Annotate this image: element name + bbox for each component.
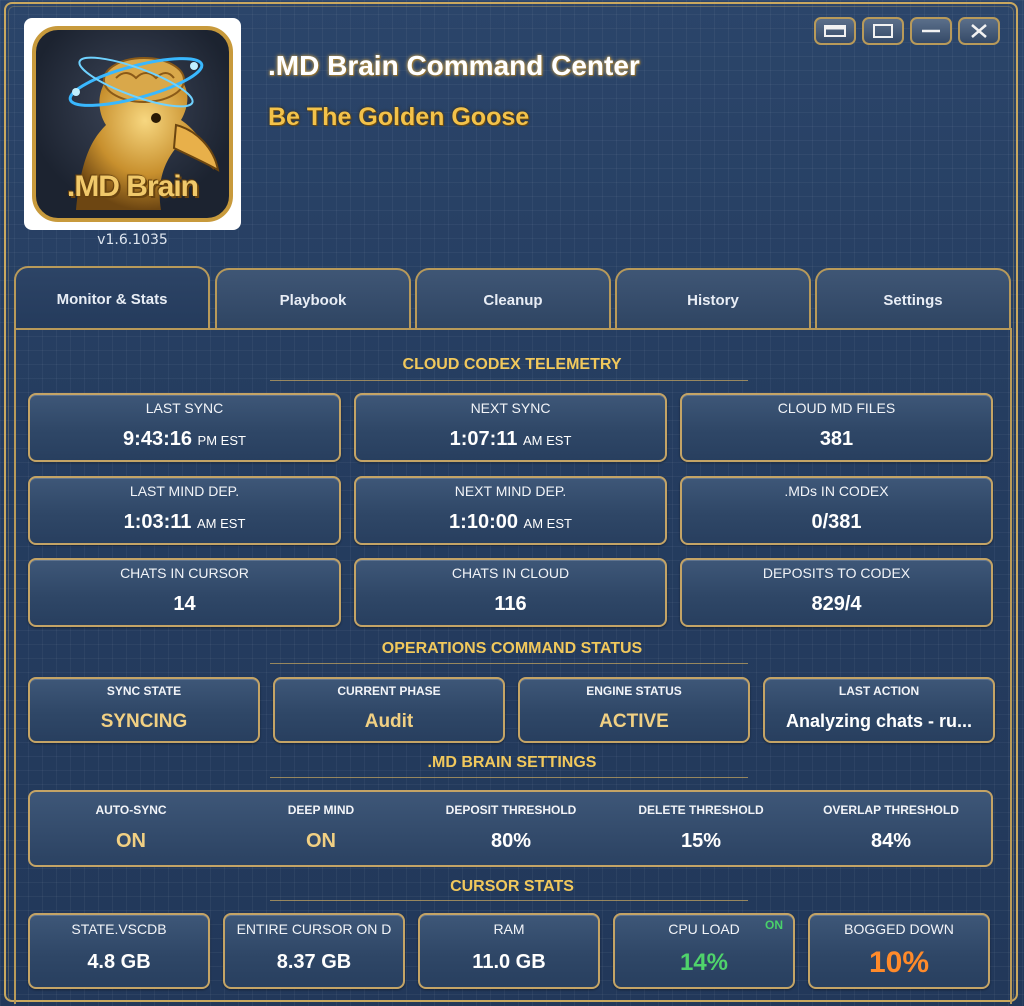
- cloud-md-files-card: CLOUD MD FILES 381: [680, 393, 993, 462]
- chats-in-cursor-card: CHATS IN CURSOR 14: [28, 558, 341, 627]
- card-label: STATE.VSCDB: [71, 921, 167, 937]
- minimize-icon: [922, 29, 940, 33]
- minimize-button[interactable]: [910, 17, 952, 45]
- card-label: NEXT SYNC: [470, 400, 551, 416]
- app-title: .MD Brain Command Center: [268, 50, 640, 81]
- setting-value: 80%: [490, 830, 532, 852]
- brain-settings-title: .MD BRAIN SETTINGS: [427, 754, 597, 771]
- setting-label: AUTO-SYNC: [95, 803, 167, 817]
- card-value: 829/4: [811, 593, 862, 615]
- card-value: 116: [494, 593, 527, 615]
- card-value: 10%: [868, 946, 930, 979]
- sync-state-card: SYNC STATE SYNCING: [28, 677, 260, 743]
- card-label: LAST MIND DEP.: [129, 483, 240, 499]
- card-label: DEPOSITS TO CODEX: [762, 565, 911, 581]
- setting-label: DEPOSIT THRESHOLD: [445, 803, 577, 817]
- close-button[interactable]: [958, 17, 1000, 45]
- card-value: Analyzing chats - ru...: [785, 711, 973, 731]
- card-value: ACTIVE: [599, 711, 669, 732]
- section-divider: [270, 663, 748, 664]
- maximize-button[interactable]: [862, 17, 904, 45]
- setting-value: 15%: [680, 830, 722, 852]
- current-phase-card: CURRENT PHASE Audit: [273, 677, 505, 743]
- card-value: 11.0 GB: [472, 951, 546, 973]
- card-label: CLOUD MD FILES: [777, 400, 896, 416]
- card-value: 4.8 GB: [87, 951, 151, 973]
- card-value: 1:07:11 AM EST: [449, 428, 572, 450]
- last-mind-dep-card: LAST MIND DEP. 1:03:11 AM EST: [28, 476, 341, 545]
- setting-value: ON: [306, 830, 336, 852]
- card-value: 1:10:00 AM EST: [449, 511, 572, 533]
- card-label: CHATS IN CLOUD: [451, 565, 570, 581]
- cpu-load-card: ON CPU LOAD 14%: [613, 913, 795, 989]
- card-value: 1:03:11 AM EST: [123, 511, 246, 533]
- entire-cursor-card: ENTIRE CURSOR ON D 8.37 GB: [223, 913, 405, 989]
- operations-title: OPERATIONS COMMAND STATUS: [381, 640, 643, 657]
- card-value: 8.37 GB: [276, 951, 352, 973]
- bogged-down-card: BOGGED DOWN 10%: [808, 913, 990, 989]
- window-controls: [814, 17, 1000, 45]
- card-value: 14: [173, 593, 196, 615]
- app-logo: .MD Brain: [24, 18, 241, 230]
- card-label: .MDs IN CODEX: [784, 483, 889, 499]
- tab-settings[interactable]: Settings: [815, 268, 1011, 330]
- card-value: 14%: [679, 949, 729, 976]
- brain-settings-panel: AUTO-SYNC ON DEEP MIND ON DEPOSIT THRESH…: [28, 790, 993, 867]
- setting-value: 84%: [870, 830, 912, 852]
- golden-goose-brain-logo: .MD Brain: [32, 26, 233, 222]
- card-value: 381: [819, 428, 854, 450]
- mds-in-codex-card: .MDs IN CODEX 0/381: [680, 476, 993, 545]
- card-label: CURRENT PHASE: [337, 684, 441, 698]
- restore-button[interactable]: [814, 17, 856, 45]
- telemetry-title: CLOUD CODEX TELEMETRY: [402, 356, 622, 373]
- setting-label: DEEP MIND: [287, 803, 355, 817]
- setting-label: DELETE THRESHOLD: [638, 803, 764, 817]
- app-version: v1.6.1035: [97, 232, 168, 248]
- card-label: RAM: [493, 921, 525, 937]
- card-value: SYNCING: [100, 711, 188, 732]
- card-label: CHATS IN CURSOR: [120, 565, 249, 581]
- tab-monitor-stats[interactable]: Monitor & Stats: [14, 266, 210, 330]
- restore-icon: [824, 25, 846, 37]
- next-mind-dep-card: NEXT MIND DEP. 1:10:00 AM EST: [354, 476, 667, 545]
- section-divider: [270, 777, 748, 778]
- card-label: NEXT MIND DEP.: [454, 483, 567, 499]
- logo-text: .MD Brain: [66, 170, 199, 203]
- chats-in-cloud-card: CHATS IN CLOUD 116: [354, 558, 667, 627]
- card-value: Audit: [364, 711, 414, 732]
- card-value: 9:43:16 PM EST: [123, 428, 246, 450]
- card-label: BOGGED DOWN: [844, 921, 954, 937]
- tab-cleanup[interactable]: Cleanup: [415, 268, 611, 330]
- deposits-to-codex-card: DEPOSITS TO CODEX 829/4: [680, 558, 993, 627]
- ram-card: RAM 11.0 GB: [418, 913, 600, 989]
- tab-bar: Monitor & Stats Playbook Cleanup History…: [14, 266, 1012, 330]
- card-label: LAST SYNC: [145, 400, 224, 416]
- last-sync-card: LAST SYNC 9:43:16 PM EST: [28, 393, 341, 462]
- setting-label: OVERLAP THRESHOLD: [823, 803, 959, 817]
- state-vscdb-card: STATE.VSCDB 4.8 GB: [28, 913, 210, 989]
- card-label: ENTIRE CURSOR ON D: [236, 921, 392, 937]
- cursor-stats-title: CURSOR STATS: [450, 878, 574, 895]
- tab-history[interactable]: History: [615, 268, 811, 330]
- setting-value: ON: [116, 830, 146, 852]
- section-divider: [270, 900, 748, 901]
- close-icon: [971, 24, 987, 38]
- last-action-card: LAST ACTION Analyzing chats - ru...: [763, 677, 995, 743]
- maximize-icon: [873, 24, 893, 38]
- section-divider: [270, 380, 748, 381]
- engine-status-card: ENGINE STATUS ACTIVE: [518, 677, 750, 743]
- card-label: SYNC STATE: [106, 684, 182, 698]
- tab-playbook[interactable]: Playbook: [215, 268, 411, 330]
- card-label: CPU LOAD: [668, 921, 740, 937]
- card-label: ENGINE STATUS: [586, 684, 682, 698]
- card-value: 0/381: [811, 511, 862, 533]
- app-subtitle: Be The Golden Goose: [268, 103, 530, 131]
- card-label: LAST ACTION: [838, 684, 920, 698]
- next-sync-card: NEXT SYNC 1:07:11 AM EST: [354, 393, 667, 462]
